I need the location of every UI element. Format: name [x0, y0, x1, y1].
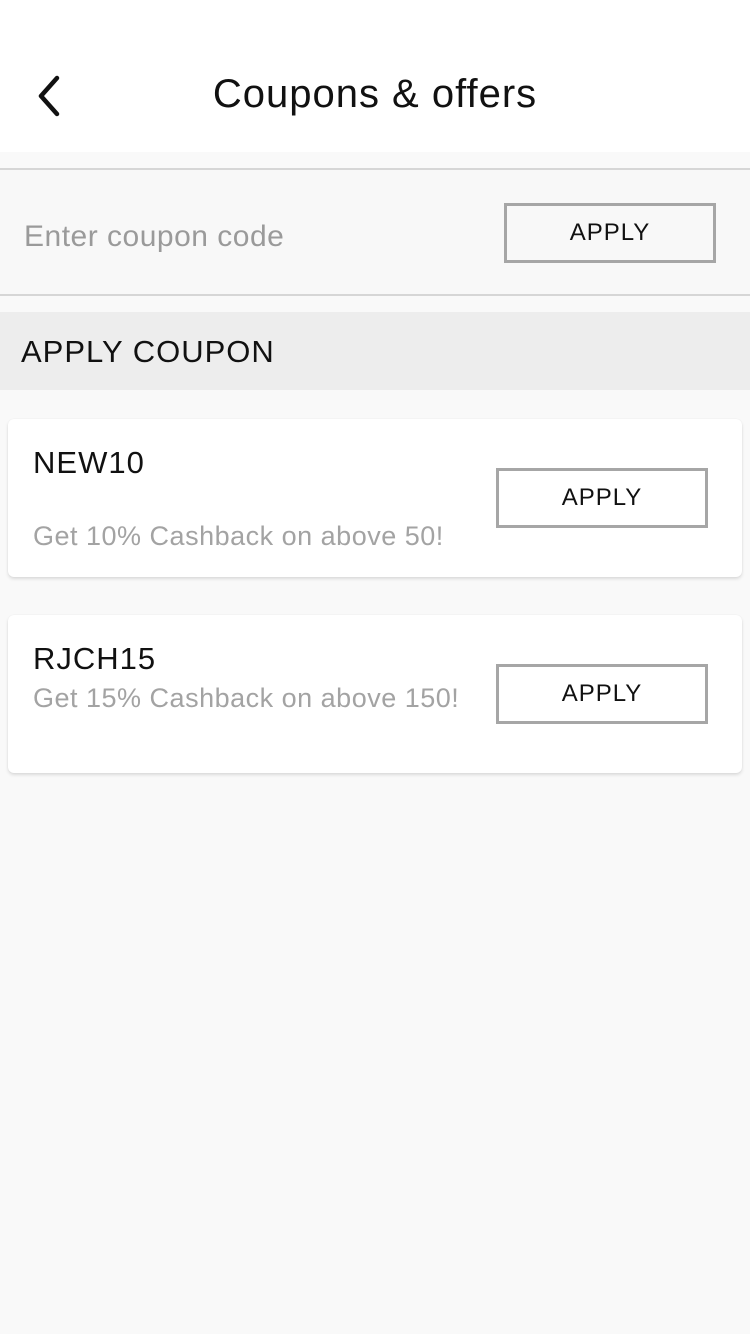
coupon-card: NEW10 Get 10% Cashback on above 50! APPL… — [8, 419, 742, 577]
coupon-entry-row: APPLY — [0, 168, 750, 296]
section-title: APPLY COUPON — [21, 334, 275, 369]
apply-coupon-button[interactable]: APPLY — [496, 664, 708, 724]
coupon-code-input[interactable] — [24, 214, 464, 260]
coupon-description: Get 10% Cashback on above 50! — [33, 521, 444, 551]
header-bar: Coupons & offers — [0, 0, 750, 152]
coupon-code: RJCH15 — [33, 641, 157, 676]
apply-coupon-button[interactable]: APPLY — [496, 468, 708, 528]
coupon-description: Get 15% Cashback on above 150! — [33, 683, 460, 713]
apply-code-button[interactable]: APPLY — [504, 203, 716, 263]
coupon-card: RJCH15 Get 15% Cashback on above 150! AP… — [8, 615, 742, 773]
coupon-code: NEW10 — [33, 445, 145, 480]
page-title: Coupons & offers — [212, 72, 538, 116]
app-screen: Coupons & offers APPLY APPLY COUPON NEW1… — [0, 0, 750, 1334]
section-header: APPLY COUPON — [0, 312, 750, 390]
